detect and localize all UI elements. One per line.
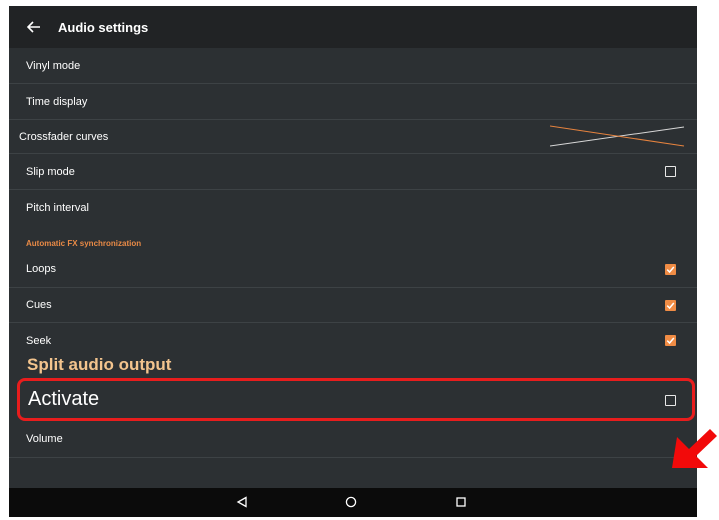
checkmark-icon	[666, 266, 675, 273]
setting-row-seek[interactable]: Seek	[9, 323, 697, 358]
setting-label: Cues	[26, 299, 52, 311]
setting-label: Volume	[26, 433, 63, 445]
setting-row-volume[interactable]: Volume	[9, 421, 697, 458]
setting-row-pitch-interval[interactable]: Pitch interval	[9, 190, 697, 226]
section-header-automatic-fx: Automatic FX synchronization	[26, 239, 142, 248]
split-audio-output-annotation: Split audio output	[27, 355, 172, 374]
slip-mode-checkbox[interactable]	[665, 166, 676, 177]
app-bar: Audio settings	[9, 6, 697, 48]
crossfader-curve-icon	[550, 125, 685, 147]
red-pointer-arrow-icon	[672, 429, 717, 468]
setting-label: Crossfader curves	[19, 130, 109, 143]
setting-row-vinyl-mode[interactable]: Vinyl mode	[9, 48, 697, 84]
setting-row-slip-mode[interactable]: Slip mode	[9, 154, 697, 190]
android-screen: Audio settings Vinyl mode Time display C…	[9, 6, 697, 517]
seek-checkbox[interactable]	[665, 335, 676, 346]
checkmark-icon	[666, 302, 675, 309]
arrow-left-icon[interactable]	[26, 19, 42, 35]
home-circle-icon[interactable]	[344, 495, 358, 509]
checkmark-icon	[666, 337, 675, 345]
setting-row-time-display[interactable]: Time display	[9, 84, 697, 120]
page-title: Audio settings	[58, 19, 149, 35]
highlight-box	[17, 378, 695, 421]
cues-checkbox[interactable]	[665, 299, 676, 311]
setting-label: Loops	[26, 263, 56, 275]
setting-label: Pitch interval	[26, 202, 89, 214]
recents-square-icon[interactable]	[454, 495, 468, 509]
setting-label: Time display	[26, 95, 88, 108]
back-triangle-icon[interactable]	[235, 495, 249, 509]
setting-row-crossfader-curves[interactable]: Crossfader curves	[9, 120, 697, 154]
setting-label: Vinyl mode	[26, 59, 81, 72]
loops-checkbox[interactable]	[665, 263, 676, 275]
setting-label: Seek	[26, 334, 52, 347]
system-nav-bar	[9, 488, 697, 517]
setting-row-cues[interactable]: Cues	[9, 288, 697, 323]
setting-row-loops[interactable]: Loops	[9, 251, 697, 288]
setting-label: Slip mode	[26, 165, 75, 178]
